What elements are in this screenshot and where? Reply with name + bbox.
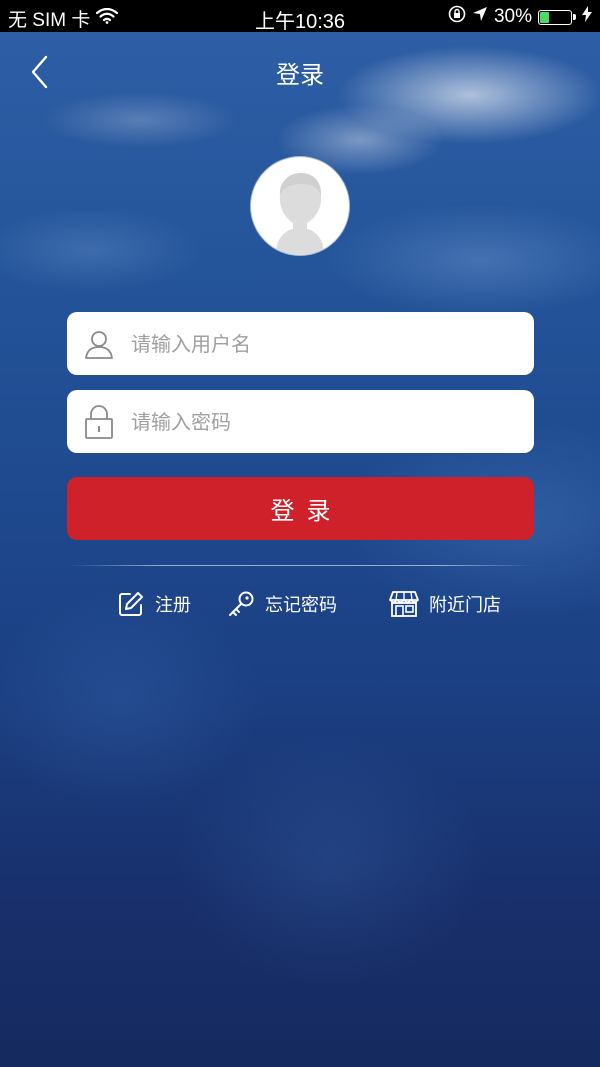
battery-icon — [538, 9, 572, 25]
username-field[interactable] — [67, 312, 534, 375]
charging-bolt-icon — [582, 6, 592, 28]
key-icon — [227, 590, 255, 618]
divider — [67, 565, 534, 566]
default-user-avatar-icon — [276, 173, 324, 255]
secondary-links: 注册 忘记密码 附近门店 — [0, 590, 600, 622]
forgot-password-link[interactable]: 忘记密码 — [227, 590, 337, 618]
battery-fill — [540, 11, 549, 23]
page-title: 登录 — [276, 61, 324, 89]
password-input[interactable] — [131, 391, 534, 452]
battery-tip — [573, 14, 576, 20]
orientation-lock-icon — [448, 5, 466, 29]
status-right: 30% — [448, 5, 592, 29]
location-arrow-icon — [472, 6, 488, 28]
avatar[interactable] — [251, 157, 349, 255]
login-button[interactable]: 登录 — [67, 477, 534, 540]
edit-icon — [117, 590, 145, 618]
register-link[interactable]: 注册 — [117, 590, 191, 618]
user-icon — [67, 312, 131, 375]
store-icon — [389, 590, 419, 618]
username-input[interactable] — [131, 313, 534, 374]
forgot-password-label: 忘记密码 — [265, 595, 337, 616]
nearby-stores-label: 附近门店 — [429, 595, 501, 616]
battery-percent: 30% — [493, 6, 532, 27]
password-field[interactable] — [67, 390, 534, 453]
register-label: 注册 — [155, 595, 191, 616]
lock-icon — [67, 390, 131, 453]
status-bar: 无 SIM 卡 上午10:36 30% — [0, 0, 600, 33]
nearby-stores-link[interactable]: 附近门店 — [389, 590, 501, 618]
